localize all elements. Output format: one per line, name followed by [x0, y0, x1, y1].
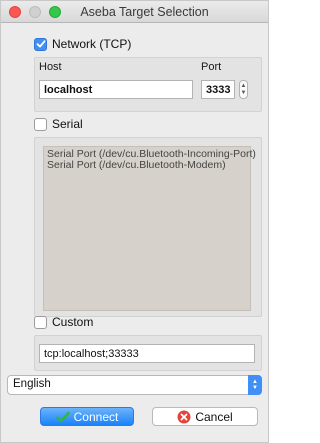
custom-checkbox[interactable]	[34, 315, 47, 329]
stepper-up-icon[interactable]: ▲	[241, 83, 247, 90]
serial-header: Serial	[34, 115, 262, 133]
port-input[interactable]	[201, 80, 235, 99]
chevron-updown-icon[interactable]: ▲ ▼	[248, 375, 262, 395]
serial-section: Serial Serial Port (/dev/cu.Bluetooth-In…	[34, 115, 262, 317]
stepper-down-icon[interactable]: ▼	[241, 90, 247, 97]
language-select[interactable]: English ▲ ▼	[7, 375, 262, 395]
list-item[interactable]: Serial Port (/dev/cu.Bluetooth-Modem)	[47, 160, 247, 171]
serial-checkbox[interactable]	[34, 117, 47, 131]
dialog-window: Aseba Target Selection Network (TCP) Hos…	[0, 0, 269, 443]
port-label: Port	[201, 61, 222, 73]
custom-header: Custom	[34, 313, 262, 331]
network-panel: Host Port ▲ ▼	[34, 57, 262, 112]
network-checkbox[interactable]	[34, 37, 47, 51]
host-input[interactable]	[39, 80, 193, 99]
cancel-label: Cancel	[195, 409, 233, 424]
connect-label: Connect	[73, 409, 119, 424]
serial-port-list[interactable]: Serial Port (/dev/cu.Bluetooth-Incoming-…	[43, 146, 256, 311]
serial-panel: Serial Port (/dev/cu.Bluetooth-Incoming-…	[34, 137, 262, 317]
network-header: Network (TCP)	[34, 35, 262, 53]
cancel-x-icon	[177, 410, 191, 424]
cancel-button[interactable]: Cancel	[152, 407, 258, 426]
checkmark-icon	[55, 410, 70, 424]
network-label: Network (TCP)	[52, 37, 132, 51]
checkmark-icon	[36, 40, 45, 48]
title-bar[interactable]: Aseba Target Selection	[1, 1, 268, 23]
language-selected-value: English	[13, 378, 51, 390]
custom-label: Custom	[52, 315, 94, 329]
serial-label: Serial	[52, 117, 83, 131]
port-stepper[interactable]: ▲ ▼	[239, 80, 248, 99]
window-title: Aseba Target Selection	[80, 5, 209, 19]
network-section: Network (TCP) Host Port ▲ ▼	[34, 35, 262, 112]
connect-button[interactable]: Connect	[40, 407, 134, 426]
host-label: Host	[39, 61, 62, 73]
custom-panel	[34, 335, 262, 371]
custom-target-input[interactable]	[39, 344, 255, 363]
custom-section: Custom	[34, 313, 262, 371]
